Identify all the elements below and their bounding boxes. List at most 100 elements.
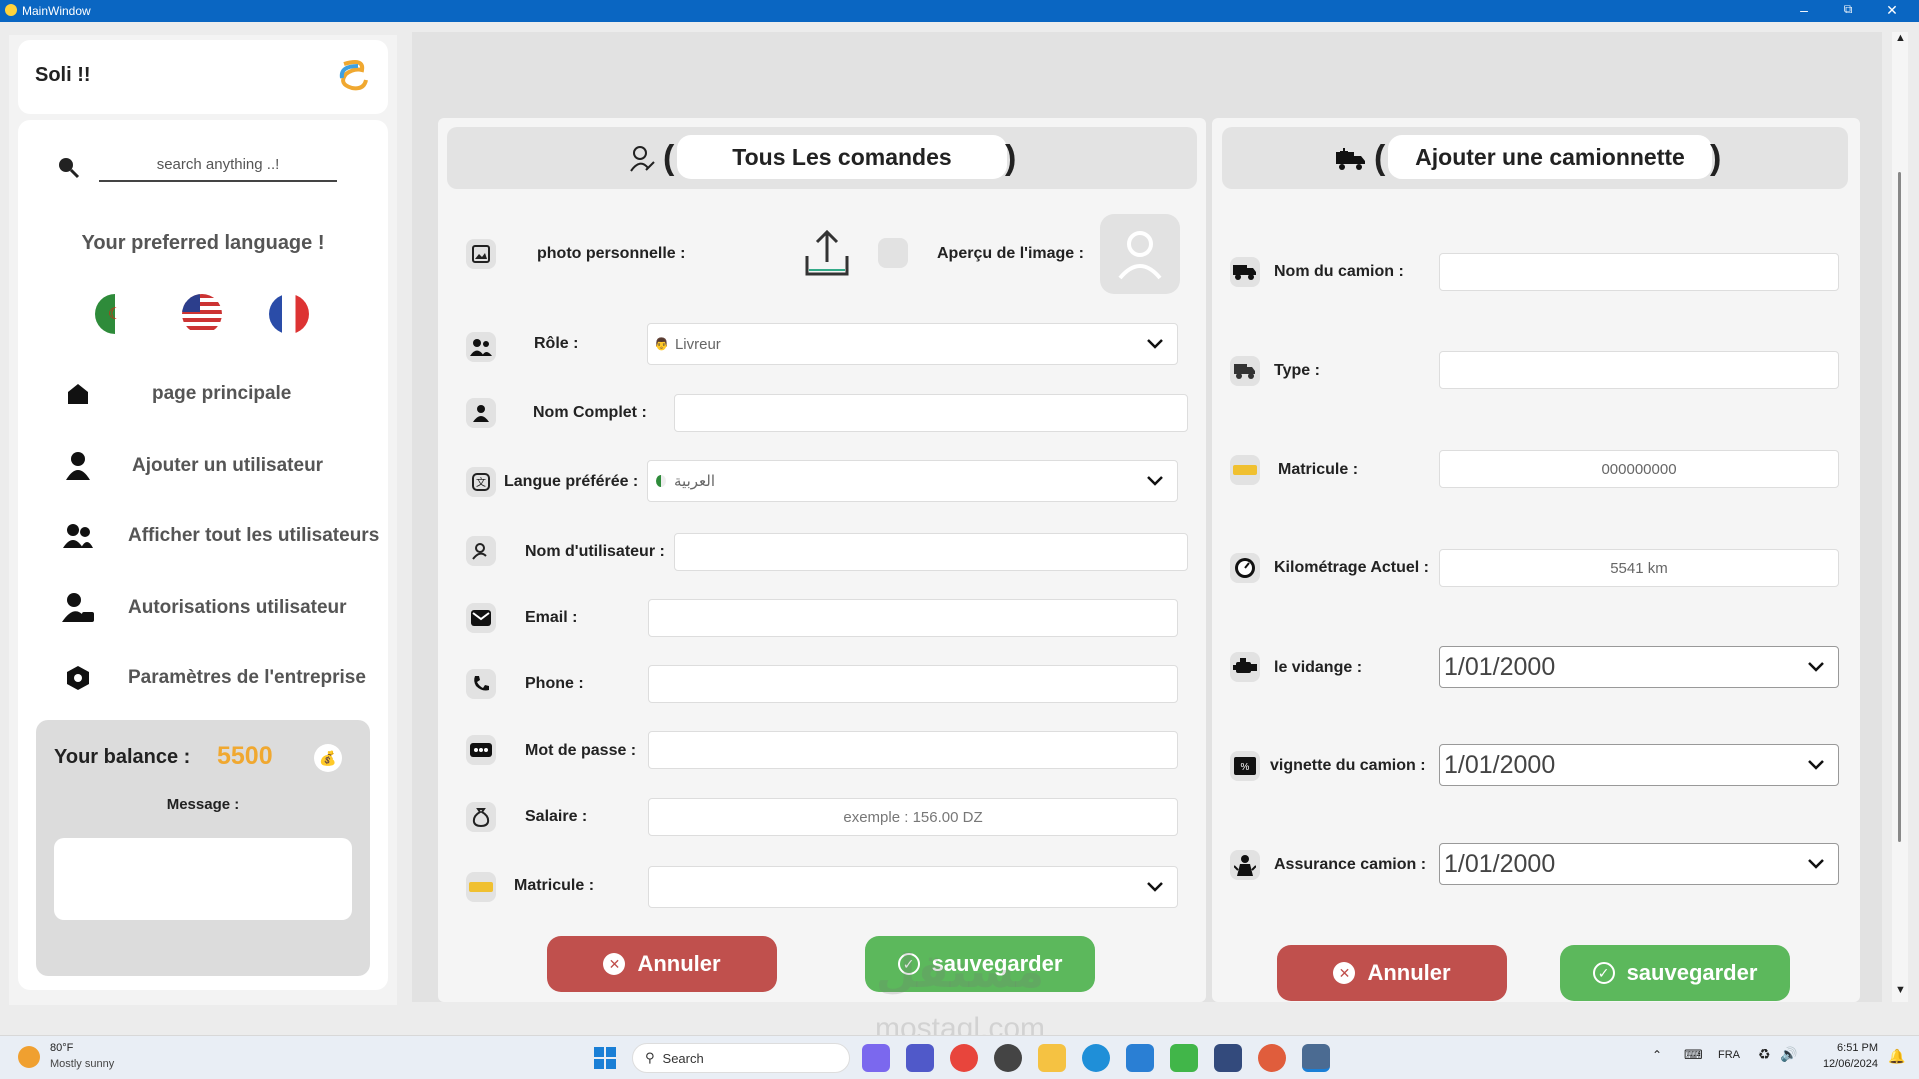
oil-change-label: le vidange :: [1274, 659, 1363, 676]
copilot-icon[interactable]: [862, 1044, 890, 1072]
password-input[interactable]: [648, 731, 1178, 769]
menu-item-settings[interactable]: Paramètres de l'entreprise: [58, 654, 388, 702]
clock-date[interactable]: 12/06/2024: [1814, 1058, 1878, 1070]
sidebar-header: Soli !!: [18, 40, 388, 114]
window-title: MainWindow: [22, 4, 91, 18]
restore-icon[interactable]: ⧉: [1828, 2, 1868, 17]
truck-name-input[interactable]: [1439, 253, 1839, 291]
km-input[interactable]: 5541 km: [1439, 549, 1839, 587]
wallet-icon: 💰: [314, 744, 342, 772]
km-label: Kilométrage Actuel :: [1274, 559, 1429, 576]
matricule-label: Matricule :: [514, 877, 595, 894]
fullname-input[interactable]: [674, 394, 1188, 432]
menu-item-permissions[interactable]: Autorisations utilisateur: [58, 584, 388, 632]
phone-input[interactable]: [648, 665, 1178, 703]
notification-bell-icon[interactable]: 🔔: [1888, 1048, 1905, 1065]
menu-item-home[interactable]: page principale: [58, 370, 388, 418]
menu-item-all-users[interactable]: Afficher tout les utilisateurs: [58, 512, 388, 560]
truck-matricule-input[interactable]: 000000000: [1439, 450, 1839, 488]
upload-icon[interactable]: [803, 228, 851, 278]
vignette-date[interactable]: 1/01/2000: [1439, 744, 1839, 786]
chevron-down-icon: [1808, 662, 1824, 672]
close-circle-icon: ✕: [603, 953, 626, 975]
taskbar-search-label: Search: [662, 1050, 704, 1066]
search-input[interactable]: search anything ..!: [99, 148, 337, 182]
salary-input[interactable]: exemple : 156.00 DZ: [648, 798, 1178, 836]
email-icon: [466, 603, 496, 633]
flag-usa-icon[interactable]: [182, 294, 222, 334]
truck-type-icon: [1230, 356, 1260, 386]
cancel-button[interactable]: ✕ Annuler: [547, 936, 777, 992]
scroll-down-icon[interactable]: ▼: [1895, 984, 1906, 996]
obs-icon[interactable]: [994, 1044, 1022, 1072]
truck-save-button[interactable]: ✓ sauvegarder: [1560, 945, 1790, 1001]
language-title: Your preferred language !: [81, 232, 325, 254]
input-language[interactable]: FRA: [1718, 1049, 1740, 1061]
panel-title: Ajouter une camionnette: [1388, 135, 1712, 179]
flag-algeria-icon[interactable]: ☾: [95, 294, 135, 334]
matricule-select[interactable]: [648, 866, 1178, 908]
plate-icon: [466, 872, 496, 902]
role-icon: [466, 332, 496, 362]
oil-date-value: 1/01/2000: [1444, 652, 1556, 681]
role-label: Rôle :: [534, 335, 579, 352]
minimize-icon[interactable]: –: [1784, 2, 1824, 18]
edge-icon[interactable]: [1082, 1044, 1110, 1072]
image-icon: [466, 239, 496, 269]
chrome-icon[interactable]: [950, 1044, 978, 1072]
balance-card: Your balance : 5500 💰 Message :: [36, 720, 370, 976]
volume-icon[interactable]: 🔊: [1780, 1046, 1797, 1063]
truck-add-icon: [1336, 148, 1365, 170]
chevron-up-icon[interactable]: ⌃: [1652, 1048, 1662, 1062]
file-explorer-icon[interactable]: [1038, 1044, 1066, 1072]
wifi-icon[interactable]: ♻: [1758, 1046, 1771, 1063]
language-icon: 文: [466, 467, 496, 497]
type-label: Type :: [1274, 362, 1320, 379]
photo-label: photo personnelle :: [537, 245, 686, 262]
vertical-scrollbar[interactable]: ▲ ▼: [1892, 32, 1908, 1002]
chrome-profile-icon[interactable]: [1258, 1044, 1286, 1072]
email-input[interactable]: [648, 599, 1178, 637]
language-label: Langue préférée :: [504, 473, 639, 490]
username-input[interactable]: [674, 533, 1188, 571]
qt-creator-icon[interactable]: [1170, 1044, 1198, 1072]
menu-item-add-user[interactable]: Ajouter un utilisateur: [58, 442, 388, 490]
delivery-person-icon: 👨: [654, 337, 669, 351]
truck-form-header: ( Ajouter une camionnette ): [1222, 127, 1848, 189]
cancel-label: Annuler: [1367, 960, 1451, 985]
keyboard-icon[interactable]: ⌨: [1684, 1047, 1703, 1063]
check-circle-icon: ✓: [1592, 962, 1615, 984]
taskbar-search[interactable]: ⚲ Search: [632, 1043, 850, 1073]
insurance-icon: [1230, 850, 1260, 880]
clock-time[interactable]: 6:51 PM: [1814, 1042, 1878, 1054]
close-icon[interactable]: ✕: [1872, 2, 1912, 19]
truck-cancel-button[interactable]: ✕ Annuler: [1277, 945, 1507, 1001]
scroll-up-icon[interactable]: ▲: [1895, 32, 1906, 44]
plate-icon: [1230, 455, 1260, 485]
app-window-icon[interactable]: [1302, 1044, 1330, 1072]
language-select[interactable]: العربية: [647, 460, 1178, 502]
speedometer-icon: [1230, 553, 1260, 583]
chevron-down-icon: [1147, 476, 1163, 486]
windows-start-icon[interactable]: [594, 1047, 616, 1069]
flag-france-icon[interactable]: [269, 294, 309, 334]
balance-value: 5500: [217, 742, 273, 770]
user-lock-icon: [58, 588, 98, 628]
vscode-icon[interactable]: [1126, 1044, 1154, 1072]
type-input[interactable]: [1439, 351, 1839, 389]
insurance-date[interactable]: 1/01/2000: [1439, 843, 1839, 885]
truck-name-label: Nom du camion :: [1274, 263, 1404, 280]
vignette-label: vignette du camion :: [1270, 757, 1426, 774]
logo-icon: [339, 60, 368, 91]
message-box[interactable]: [54, 838, 352, 920]
menu-label: Ajouter un utilisateur: [132, 455, 324, 476]
weather-temp: 80°F: [50, 1042, 74, 1054]
scroll-thumb[interactable]: [1898, 172, 1901, 842]
role-select[interactable]: 👨 Livreur: [647, 323, 1178, 365]
visual-studio-icon[interactable]: [1214, 1044, 1242, 1072]
weather-sun-icon[interactable]: [18, 1046, 40, 1068]
teams-icon[interactable]: [906, 1044, 934, 1072]
bracket-open: (: [1374, 139, 1386, 177]
oil-change-date[interactable]: 1/01/2000: [1439, 646, 1839, 688]
person-icon: [466, 398, 496, 428]
